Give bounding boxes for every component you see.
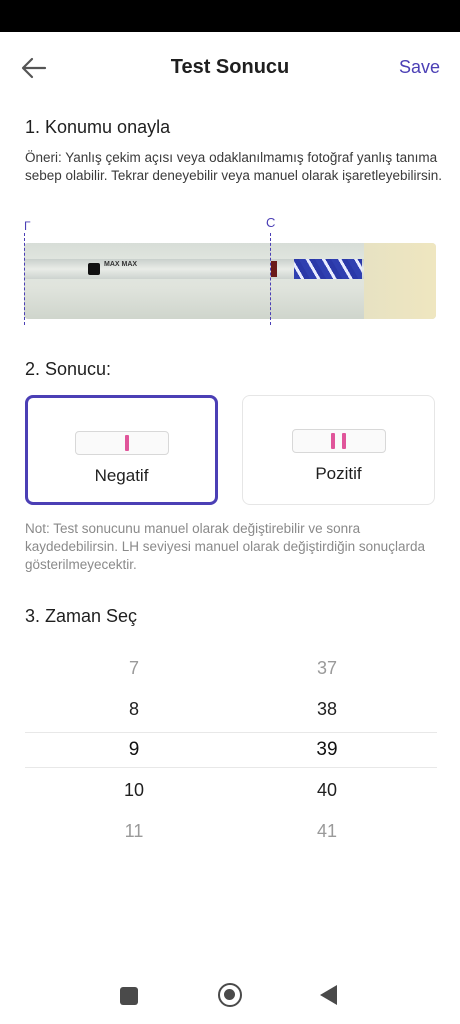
strip-blue-pattern — [294, 259, 362, 279]
back-button[interactable] — [18, 52, 50, 84]
hour-option[interactable]: 7 — [104, 658, 164, 679]
minute-option[interactable]: 40 — [297, 780, 357, 801]
test-strip-photo: MAX MAX — [24, 243, 436, 319]
result-option-label: Pozitif — [315, 464, 362, 483]
test-strip-area: Γ C MAX MAX — [24, 215, 436, 325]
minute-option[interactable]: 37 — [297, 658, 357, 679]
hour-option[interactable]: 10 — [104, 780, 164, 801]
strip-arrow-icon — [88, 263, 100, 275]
arrow-left-icon — [21, 57, 47, 79]
test-line-marker[interactable] — [24, 233, 25, 325]
test-line-marker-label[interactable]: Γ — [24, 219, 31, 233]
result-option-label: Negatif — [94, 466, 149, 485]
hour-selected[interactable]: 9 — [104, 739, 164, 761]
control-line-marker-label[interactable]: C — [266, 215, 275, 230]
strip-control-line — [271, 261, 277, 277]
picker-divider-top — [25, 732, 437, 733]
home-icon[interactable] — [218, 983, 242, 1007]
save-button[interactable]: Save — [399, 57, 440, 78]
strip-printed-text: MAX MAX — [104, 261, 138, 268]
positive-strip-icon — [291, 429, 386, 453]
minute-option[interactable]: 38 — [297, 699, 357, 720]
section-heading-time: 3. Zaman Seç — [25, 606, 138, 626]
negative-strip-icon — [74, 431, 169, 455]
section-heading-result: 2. Sonucu: — [25, 359, 112, 379]
recent-apps-icon[interactable] — [120, 987, 138, 1005]
result-option-positive[interactable]: Pozitif — [242, 395, 435, 505]
page-title: Test Sonucu — [170, 56, 290, 78]
minute-selected[interactable]: 39 — [297, 739, 357, 761]
status-bar — [0, 0, 460, 32]
control-line-marker[interactable] — [270, 233, 271, 325]
manual-change-note: Not: Test sonucunu manuel olarak değişti… — [25, 521, 425, 572]
hour-option[interactable]: 8 — [104, 699, 164, 720]
time-picker[interactable]: 7 8 9 10 11 37 38 39 40 41 — [25, 650, 437, 850]
result-option-negative[interactable]: Negatif — [25, 395, 218, 505]
back-triangle-icon[interactable] — [320, 985, 337, 1005]
section-heading-confirm-position: 1. Konumu onayla — [25, 117, 171, 137]
picker-divider-bottom — [25, 767, 437, 768]
position-hint-text: Öneri: Yanlış çekim açısı veya odaklanıl… — [25, 150, 442, 183]
strip-end-pad — [364, 243, 436, 319]
header: Test Sonucu Save — [0, 32, 460, 104]
system-nav-bar — [0, 970, 460, 1024]
minute-option[interactable]: 41 — [297, 821, 357, 842]
hour-option[interactable]: 11 — [104, 821, 164, 842]
